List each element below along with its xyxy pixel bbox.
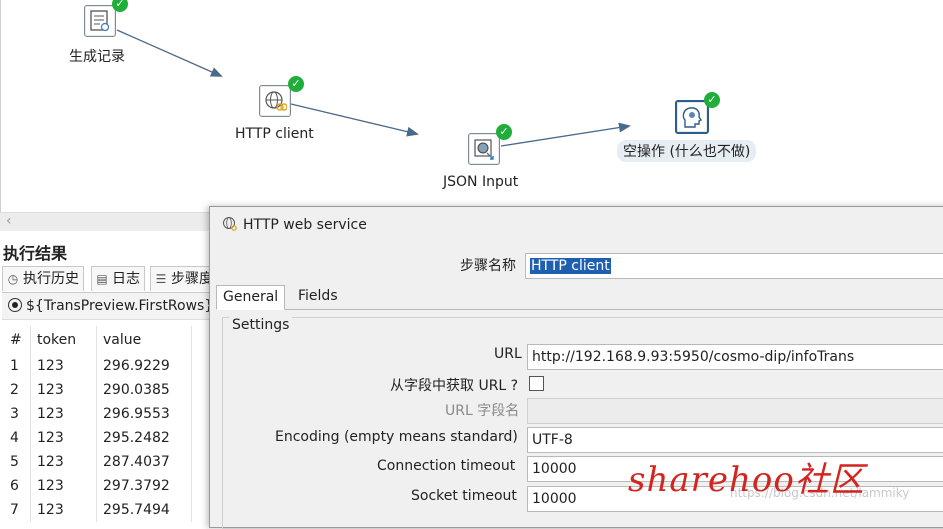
tab-log[interactable]: ▤ 日志 <box>91 266 145 291</box>
token-cell: 123 <box>30 426 97 450</box>
token-cell: 123 <box>30 354 97 378</box>
results-tabs: ◷ 执行历史 ▤ 日志 ☰ 步骤度 <box>2 266 215 293</box>
row-number: 2 <box>4 378 31 402</box>
url-from-field-checkbox[interactable] <box>529 376 544 391</box>
value-cell: 290.0385 <box>96 378 192 402</box>
value-cell: 295.2482 <box>96 426 192 450</box>
token-cell: 123 <box>30 474 97 498</box>
table-row[interactable]: 1 123 296.9229 <box>4 354 192 378</box>
encoding-label: Encoding (empty means standard) <box>275 429 518 445</box>
socket-timeout-label: Socket timeout <box>411 488 517 504</box>
step-name-label: 步骤名称 <box>460 258 516 274</box>
history-icon: ◷ <box>7 272 19 286</box>
http-client-icon <box>265 91 287 111</box>
radio-selected-icon[interactable] <box>8 298 22 312</box>
value-cell: 296.9229 <box>96 354 192 378</box>
step-json-input[interactable] <box>468 133 500 165</box>
row-number: 4 <box>4 426 31 450</box>
settings-group-label: Settings <box>229 317 293 333</box>
value-cell: 295.7494 <box>96 498 192 522</box>
hop-json-to-dummy <box>500 122 631 147</box>
tab-label: 日志 <box>112 271 140 287</box>
tab-label: 执行历史 <box>23 271 79 287</box>
row-number: 7 <box>4 498 31 522</box>
transformation-canvas[interactable]: ✓ 生成记录 ✓ HTTP client ✓ JSON Input ✓ 空操作 … <box>0 0 943 212</box>
dummy-step-icon <box>682 107 703 128</box>
step-name-value: HTTP client <box>530 258 611 274</box>
encoding-input[interactable]: UTF-8 <box>527 427 943 453</box>
connection-timeout-label: Connection timeout <box>377 458 516 474</box>
token-cell: 123 <box>30 450 97 474</box>
step-dummy[interactable] <box>675 100 709 134</box>
scroll-left-icon[interactable]: ‹ <box>6 213 12 229</box>
url-field-name-label: URL 字段名 <box>445 403 520 419</box>
json-input-icon <box>474 139 494 160</box>
generate-rows-icon <box>90 10 110 32</box>
table-row[interactable]: 3 123 296.9553 <box>4 402 192 426</box>
token-cell: 123 <box>30 498 97 522</box>
step-label-json: JSON Input <box>443 174 519 190</box>
step-label-http: HTTP client <box>235 126 314 142</box>
table-row[interactable]: 6 123 297.3792 <box>4 474 192 498</box>
step-name-input[interactable]: HTTP client <box>525 253 943 279</box>
url-from-field-label: 从字段中获取 URL ? <box>390 378 519 394</box>
dialog-title: HTTP web service <box>222 216 367 236</box>
table-row[interactable]: 7 123 295.7494 <box>4 498 192 522</box>
url-label: URL <box>494 346 522 362</box>
table-row[interactable]: 5 123 287.4037 <box>4 450 192 474</box>
success-check-icon: ✓ <box>496 124 512 140</box>
tab-general[interactable]: General <box>216 285 286 310</box>
column-header[interactable]: token <box>30 326 97 354</box>
table-row[interactable]: 2 123 290.0385 <box>4 378 192 402</box>
preview-label: ${TransPreview.FirstRows} <box>26 298 212 314</box>
step-generate-rows[interactable] <box>84 5 116 37</box>
list-icon: ☰ <box>155 272 167 286</box>
table-row[interactable]: 4 123 295.2482 <box>4 426 192 450</box>
canvas-horizontal-scrollbar[interactable]: ‹ <box>0 212 210 231</box>
token-cell: 123 <box>30 402 97 426</box>
tab-label: 步骤度 <box>171 271 213 287</box>
step-http-client[interactable] <box>259 85 291 117</box>
token-cell: 123 <box>30 378 97 402</box>
row-number: 6 <box>4 474 31 498</box>
hop-generate-to-http <box>116 29 223 77</box>
preview-rows-bar[interactable]: ${TransPreview.FirstRows} <box>2 293 212 320</box>
step-label-generate: 生成记录 <box>69 49 125 65</box>
tab-step-metrics[interactable]: ☰ 步骤度 <box>150 266 215 291</box>
row-number: 5 <box>4 450 31 474</box>
column-header[interactable]: # <box>4 326 31 354</box>
results-table: # token value 1 123 296.9229 2 123 290.0385 … <box>4 326 192 522</box>
http-client-icon <box>222 216 238 236</box>
step-label-dummy: 空操作 (什么也不做) <box>617 140 757 162</box>
value-cell: 296.9553 <box>96 402 192 426</box>
tab-execution-history[interactable]: ◷ 执行历史 <box>2 266 84 291</box>
url-input[interactable]: http://192.168.9.93:5950/cosmo-dip/infoT… <box>527 344 943 370</box>
url-field-name-select <box>527 398 943 424</box>
tab-fields[interactable]: Fields <box>292 285 344 308</box>
value-cell: 297.3792 <box>96 474 192 498</box>
column-header[interactable]: value <box>96 326 192 354</box>
dialog-tab-strip: General Fields <box>216 285 943 310</box>
log-icon: ▤ <box>96 272 108 286</box>
results-panel-title: 执行结果 <box>3 244 68 263</box>
row-number: 3 <box>4 402 31 426</box>
watermark-text: sharehoo社区 <box>628 460 865 500</box>
success-check-icon: ✓ <box>288 76 304 92</box>
success-check-icon: ✓ <box>704 92 720 108</box>
dialog-title-text: HTTP web service <box>243 217 367 233</box>
row-number: 1 <box>4 354 31 378</box>
value-cell: 287.4037 <box>96 450 192 474</box>
table-header-row: # token value <box>4 326 192 354</box>
